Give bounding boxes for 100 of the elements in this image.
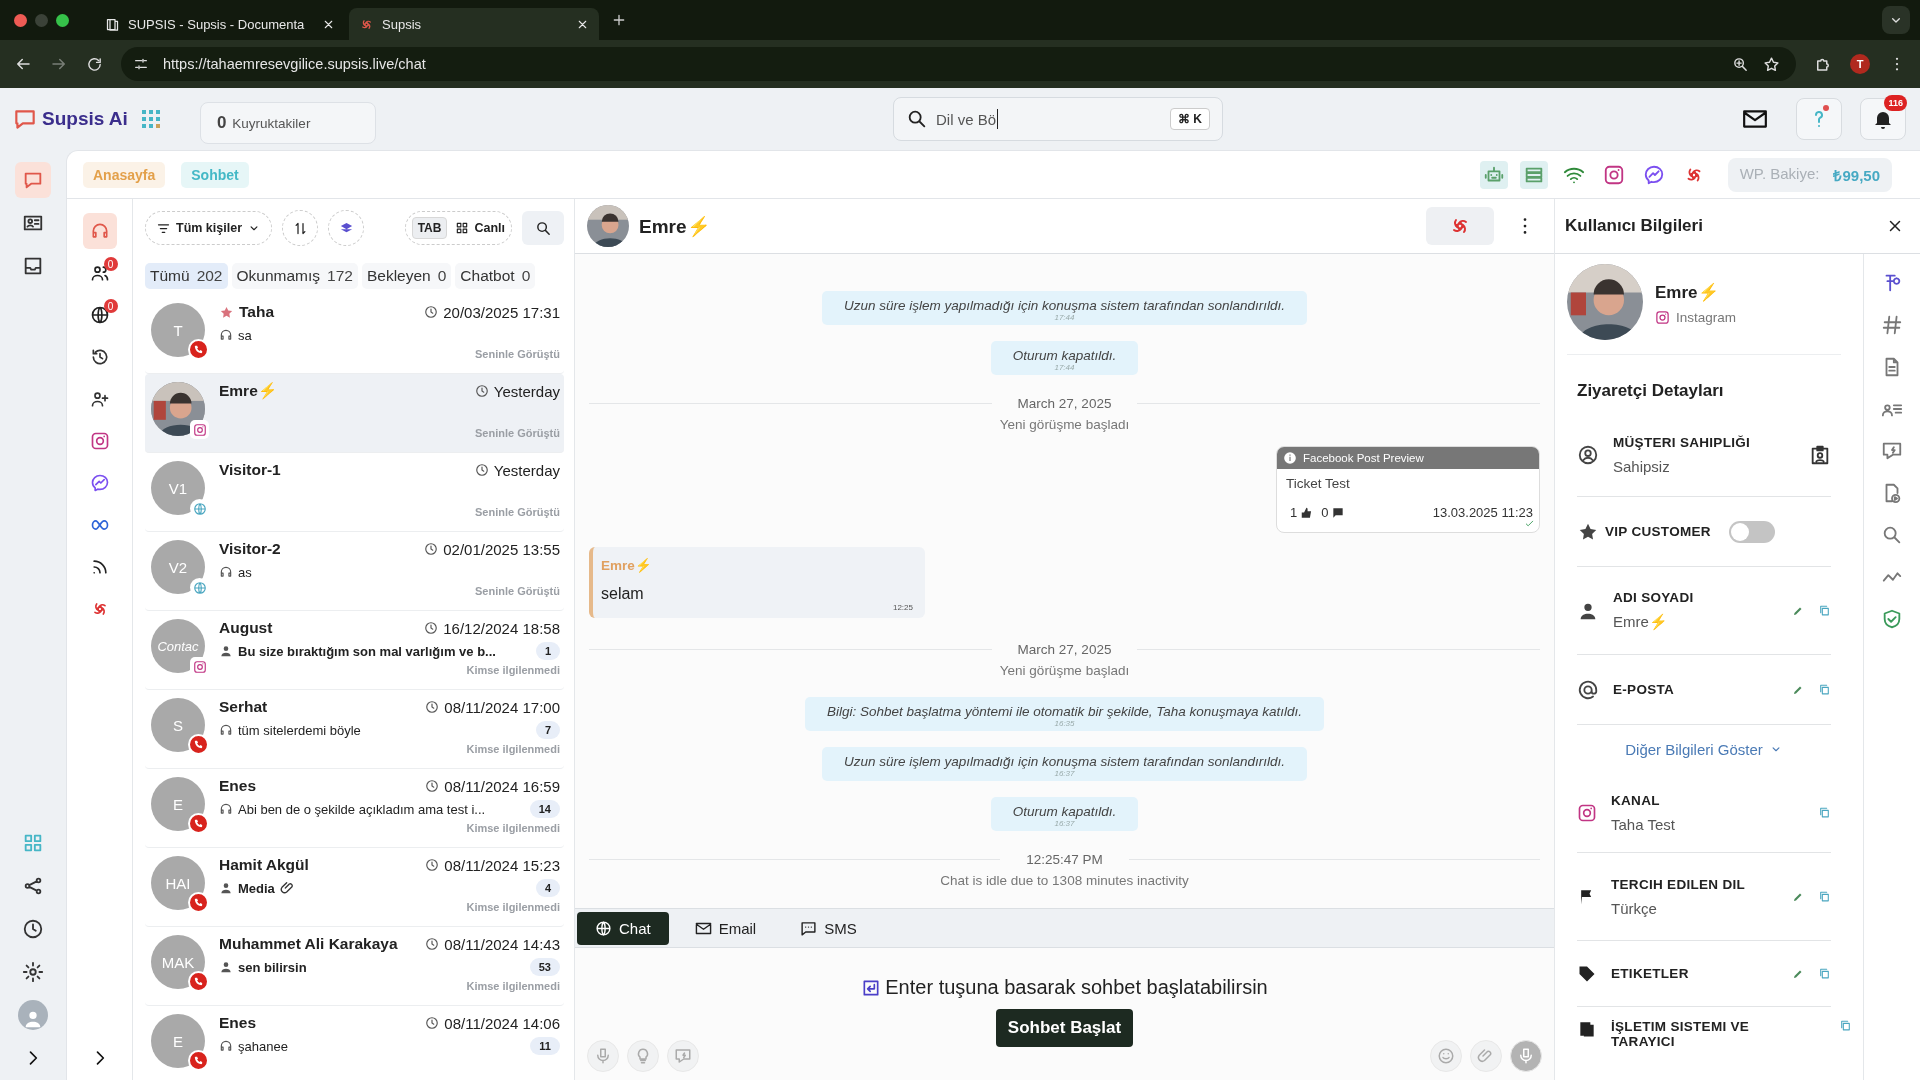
- conversation-time: 20/03/2025 17:31: [443, 303, 560, 321]
- contact-name: Taha: [239, 303, 275, 321]
- globe-icon: [192, 580, 207, 595]
- headset-icon: [219, 565, 233, 579]
- conversation-item[interactable]: Emre⚡ Yesterday Seninle Görüştü: [145, 374, 564, 453]
- copy-icon[interactable]: [1818, 890, 1831, 903]
- book-icon: [105, 16, 120, 32]
- conversation-item[interactable]: MAK Muhammet Ali Karakaya 08/11/2024 14:43 sen bilirsin 53 Kimse ilgilenmedi: [145, 927, 564, 1006]
- copy-icon[interactable]: [1818, 683, 1831, 696]
- conversation-item[interactable]: E Enes 08/11/2024 16:59 Abi ben de o şekilde açıkladım ama test i... 14 Kimse ilgilenmedi: [145, 769, 564, 848]
- headset-icon: [219, 802, 233, 816]
- clock-icon[interactable]: [22, 918, 44, 940]
- conversation-item[interactable]: V1 Visitor-1 Yesterday Seninle Görüştü: [145, 453, 564, 532]
- microphone-icon: [1517, 1047, 1535, 1065]
- person-icon: [219, 960, 233, 974]
- tab-view-button[interactable]: TAB: [411, 217, 448, 239]
- queue-card[interactable]: 0 Kuyruktakiler: [199, 102, 376, 144]
- start-chat-button[interactable]: Sohbet Başlat: [995, 1009, 1134, 1047]
- maximize-window-button[interactable]: [56, 13, 69, 27]
- balance-label: WP. Bakiye:: [1739, 164, 1820, 184]
- message-time: 17:44: [1054, 313, 1075, 322]
- filter-tab[interactable]: Tümü 202: [145, 263, 228, 289]
- reload-icon[interactable]: [86, 55, 103, 73]
- integration-button[interactable]: [1426, 207, 1494, 245]
- field-label: KANAL: [1611, 792, 1661, 808]
- channel-tab[interactable]: SMS: [782, 911, 875, 945]
- clock-icon: [425, 779, 440, 793]
- conversation-status: Kimse ilgilenmedi: [466, 743, 560, 755]
- browser-tab[interactable]: SUPSIS - Supsis - Documenta: [95, 8, 345, 40]
- zoom-icon[interactable]: [1732, 55, 1749, 73]
- profile-avatar[interactable]: T: [1850, 54, 1870, 74]
- notification-badge: 116: [1884, 95, 1907, 111]
- field-label: ETIKETLER: [1611, 966, 1689, 981]
- gear-icon[interactable]: [22, 961, 44, 983]
- live-view-button[interactable]: Canlı: [455, 221, 505, 235]
- instagram-icon: [192, 422, 207, 437]
- site-settings-icon[interactable]: [133, 56, 149, 72]
- notice-text: Yeni görüşme başladı: [999, 663, 1130, 678]
- copy-icon[interactable]: [1818, 967, 1831, 980]
- clock-icon: [474, 384, 489, 398]
- search-icon[interactable]: [1881, 524, 1903, 546]
- chat-bolt-icon[interactable]: [1881, 440, 1903, 462]
- shield-check-icon[interactable]: [1881, 608, 1903, 630]
- unread-count: 7: [535, 721, 560, 739]
- conversation-status: Seninle Görüştü: [475, 506, 560, 518]
- address-bar[interactable]: https://tahaemresevgilice.supsis.live/chat: [121, 47, 1796, 81]
- vip-toggle[interactable]: [1728, 520, 1775, 543]
- hash-icon[interactable]: [1881, 314, 1903, 336]
- copy-icon[interactable]: [1818, 604, 1831, 617]
- search-field[interactable]: Dil ve Bö ⌘ K: [893, 97, 1223, 141]
- notifications-button[interactable]: 116: [1860, 98, 1906, 140]
- conversation-item[interactable]: V2 Visitor-2 02/01/2025 13:55 as Seninle Görüştü: [145, 532, 564, 611]
- channel-tab[interactable]: Email: [676, 911, 775, 945]
- conversation-item[interactable]: S Serhat 08/11/2024 17:00 tüm sitelerdemi böyle 7 Kimse ilgilenmedi: [145, 690, 564, 769]
- inbox-filter-item[interactable]: 0: [82, 297, 117, 333]
- chat-bolt-icon: [674, 1047, 692, 1065]
- conversation-time: Yesterday: [493, 461, 560, 479]
- field-value: Türkçe: [1611, 899, 1658, 917]
- logo[interactable]: Supsis Ai: [12, 106, 128, 132]
- copy-icon[interactable]: [1818, 806, 1831, 819]
- clock-icon: [424, 621, 439, 635]
- search-button[interactable]: [522, 211, 564, 245]
- share-icon[interactable]: [22, 875, 44, 897]
- message-preview: sen bilirsin: [238, 959, 307, 975]
- person-icon: [219, 644, 233, 658]
- conversation-item[interactable]: E Enes 08/11/2024 14:06 şahanee 11: [145, 1006, 564, 1080]
- headset-icon: [219, 1039, 233, 1053]
- date-label: March 27, 2025: [1017, 642, 1112, 657]
- filter-tab[interactable]: Bekleyen 0: [361, 263, 452, 289]
- inbox-icon: [22, 255, 44, 277]
- paperclip-icon: [1477, 1047, 1495, 1065]
- new-tab-icon[interactable]: [611, 12, 627, 28]
- field-value: Sahipsiz: [1613, 457, 1671, 475]
- show-more-link[interactable]: Diğer Bilgileri Göster: [1567, 725, 1841, 773]
- inbox-filter-item[interactable]: 0: [82, 255, 117, 291]
- message-text: Uzun süre işlem yapılmadığı için konuşma sistem tarafından sonlandırıldı.: [843, 754, 1286, 769]
- unread-count: 4: [535, 879, 560, 897]
- contact-name: Enes: [219, 777, 257, 795]
- copy-icon[interactable]: [1839, 1019, 1852, 1032]
- conversation-item[interactable]: Contac August 16/12/2024 18:58 Bu size bıraktığım son mal varlığım ve b... 1 Kimse ilgilenmedi: [145, 611, 564, 690]
- instagram-icon[interactable]: [1602, 163, 1625, 186]
- notice-text: Yeni görüşme başladı: [999, 417, 1130, 432]
- message-preview: şahanee: [238, 1038, 288, 1054]
- bookmark-icon[interactable]: [1763, 55, 1780, 73]
- contact-badge-icon[interactable]: [1809, 443, 1831, 466]
- messenger-icon[interactable]: [1642, 163, 1665, 186]
- conversation-item[interactable]: HAI Hamit Akgül 08/11/2024 15:23 Media 4 Kimse ilgilenmedi: [145, 848, 564, 927]
- instagram-icon: [1577, 802, 1597, 823]
- filter-tab[interactable]: Chatbot 0: [455, 263, 536, 289]
- contact-name: Emre⚡: [219, 382, 277, 400]
- phone-icon: [193, 976, 204, 987]
- tab-list-button[interactable]: [1882, 6, 1910, 34]
- browser-tab[interactable]: Supsis: [349, 8, 599, 40]
- clock-icon: [474, 463, 489, 477]
- channel-tab[interactable]: Chat: [577, 911, 669, 945]
- close-window-button[interactable]: [14, 13, 27, 27]
- conversation-status: Kimse ilgilenmedi: [466, 901, 560, 913]
- phone-icon: [193, 1055, 204, 1066]
- filter-tab[interactable]: Okunmamış 172: [231, 263, 358, 289]
- conversation-time: 08/11/2024 14:06: [444, 1014, 560, 1032]
